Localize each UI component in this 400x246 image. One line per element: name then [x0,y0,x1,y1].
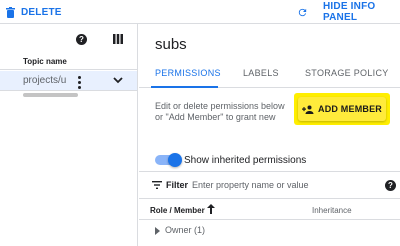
active-tab-indicator [151,86,218,88]
hide-info-panel-button[interactable]: HIDE INFO PANEL [323,0,400,24]
add-member-highlight: ADD MEMBER [294,93,390,125]
topic-name-cell[interactable]: projects/ur [23,75,66,86]
tab-labels[interactable]: LABELS [243,68,279,78]
info-panel: subs PERMISSIONS LABELS STORAGE POLICY E… [139,24,400,246]
expand-caret-icon[interactable] [155,227,160,235]
panel-tabs: PERMISSIONS LABELS STORAGE POLICY [139,60,400,88]
more-vert-icon[interactable] [78,76,81,89]
tab-permissions[interactable]: PERMISSIONS [155,68,221,78]
permissions-table-header: Role / Member Inheritance [139,200,400,220]
filter-icon [152,181,162,189]
delete-label: DELETE [21,6,62,18]
role-member-header[interactable]: Role / Member [150,206,205,215]
topic-list-panel: ? Topic name projects/ur [0,24,138,246]
person-add-icon [302,105,314,114]
refresh-button[interactable] [297,0,308,24]
filter-input[interactable] [192,177,372,193]
delete-icon [6,6,15,18]
list-tools: ? [0,24,137,54]
top-toolbar: DELETE HIDE INFO PANEL [0,0,400,24]
owner-group-label: Owner (1) [165,225,206,235]
show-inherited-label: Show inherited permissions [184,155,307,166]
sort-arrow-up-icon[interactable] [207,204,215,214]
filter-label: Filter [166,180,189,190]
toggle-knob [168,153,182,167]
chevron-down-icon[interactable] [113,77,123,84]
show-inherited-toggle[interactable] [155,153,182,167]
scrollbar-thumb[interactable] [23,93,78,97]
help-icon[interactable]: ? [76,34,87,45]
permissions-description: Edit or delete permissions below or "Add… [155,101,285,122]
delete-button[interactable]: DELETE [6,0,62,24]
table-row[interactable]: projects/ur [0,71,137,91]
add-member-label: ADD MEMBER [318,104,382,114]
panel-title: subs [155,36,187,53]
horizontal-scrollbar[interactable] [0,92,137,98]
add-member-button[interactable]: ADD MEMBER [298,97,386,121]
topic-name-header: Topic name [23,57,67,66]
topic-column-header[interactable]: Topic name [0,56,137,70]
refresh-icon [298,8,307,16]
table-row[interactable]: Owner (1) [139,221,400,241]
inheritance-header: Inheritance [312,206,352,215]
tab-storage-policy[interactable]: STORAGE POLICY [305,68,389,78]
filter-help-icon[interactable]: ? [385,180,396,191]
columns-icon[interactable] [113,34,123,44]
filter-bar: Filter ? [139,171,400,199]
